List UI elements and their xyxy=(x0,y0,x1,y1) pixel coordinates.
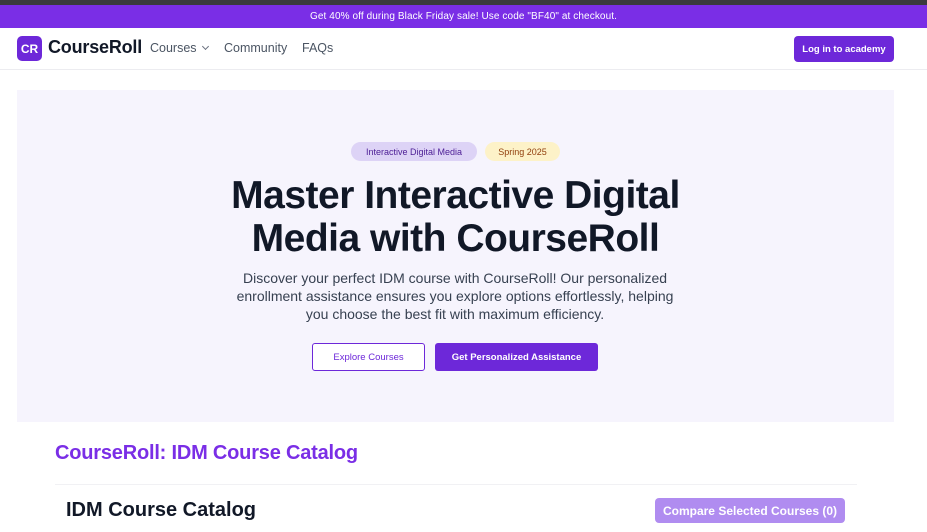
catalog-card: IDM Course Catalog Compare Selected Cour… xyxy=(55,484,857,532)
hero-section: Interactive Digital Media Spring 2025 Ma… xyxy=(17,90,894,422)
site-header: CR CourseRoll Courses Community FAQs Log… xyxy=(0,28,927,70)
logo-text[interactable]: CourseRoll xyxy=(48,37,142,58)
nav-faqs[interactable]: FAQs xyxy=(302,41,333,55)
nav-courses-label: Courses xyxy=(150,41,197,55)
hero-title-line1: Master Interactive Digital xyxy=(231,174,680,217)
term-badge: Spring 2025 xyxy=(485,142,560,161)
promo-banner: Get 40% off during Black Friday sale! Us… xyxy=(0,5,927,28)
subject-badge: Interactive Digital Media xyxy=(351,142,477,161)
catalog-section-heading: CourseRoll: IDM Course Catalog xyxy=(55,442,358,464)
personalized-assistance-button[interactable]: Get Personalized Assistance xyxy=(435,343,598,371)
hero-title: Master Interactive Digital Media with Co… xyxy=(17,174,894,260)
nav-community[interactable]: Community xyxy=(224,41,287,55)
hero-subtitle: Discover your perfect IDM course with Co… xyxy=(236,270,674,322)
login-button[interactable]: Log in to academy xyxy=(794,36,894,62)
compare-courses-button[interactable]: Compare Selected Courses (0) xyxy=(655,498,845,523)
logo-badge[interactable]: CR xyxy=(17,36,42,61)
catalog-title: IDM Course Catalog xyxy=(66,499,257,521)
hero-title-line2: Media with CourseRoll xyxy=(251,217,660,260)
nav-courses[interactable]: Courses xyxy=(150,41,209,55)
chevron-down-icon xyxy=(201,42,209,51)
promo-text: Get 40% off during Black Friday sale! Us… xyxy=(310,11,617,22)
explore-courses-button[interactable]: Explore Courses xyxy=(312,343,425,371)
